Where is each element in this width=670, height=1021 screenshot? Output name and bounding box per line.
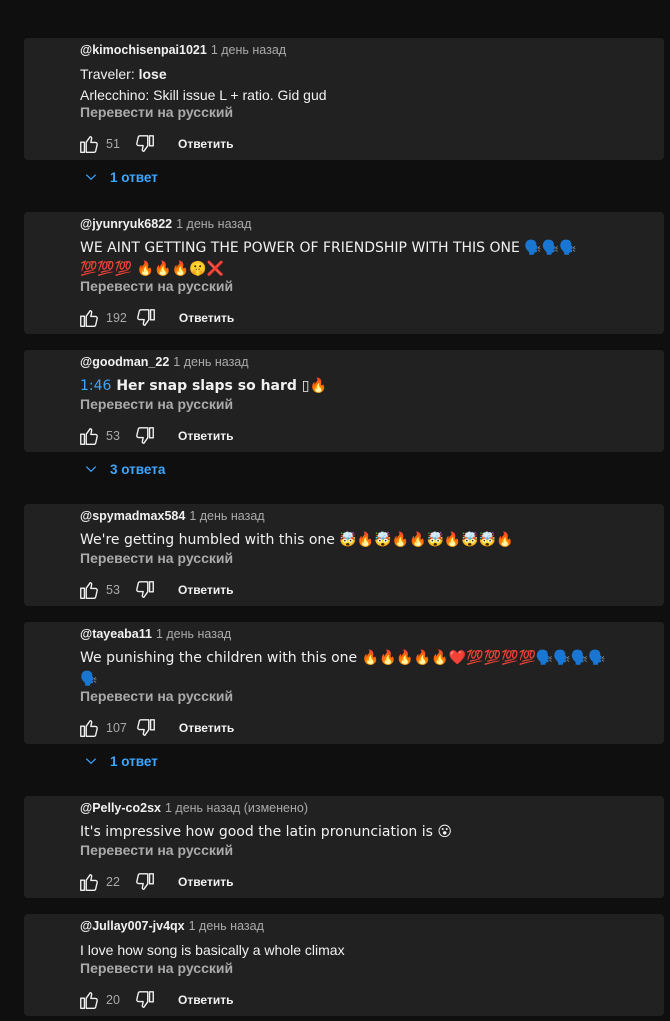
comment-time[interactable]: 1 день назад — [173, 355, 248, 369]
comment-actions: 192 Ответить — [78, 306, 234, 330]
thumbs-up-icon[interactable] — [78, 989, 100, 1011]
translate-link[interactable]: Перевести на русский — [80, 960, 233, 976]
reply-button[interactable]: Ответить — [178, 993, 233, 1007]
timestamp-link[interactable]: 1:46 — [80, 378, 111, 394]
comment-card: @spymadmax584 1 день назад We're getting … — [24, 504, 664, 606]
comment-author[interactable]: @spymadmax584 — [80, 509, 185, 523]
comment-author[interactable]: @goodman_22 — [80, 355, 169, 369]
comment-author[interactable]: @tayeaba11 — [80, 627, 152, 641]
chevron-down-icon — [85, 758, 97, 765]
thumbs-down-icon[interactable] — [134, 989, 156, 1011]
comment-card: @tayeaba11 1 день назад We punishing the … — [24, 622, 664, 744]
comment-text-bold: lose — [138, 66, 167, 82]
thumbs-down-icon[interactable] — [134, 133, 156, 155]
comment-author[interactable]: @Pelly-co2sx — [80, 801, 161, 815]
thumbs-up-icon[interactable] — [78, 133, 100, 155]
reply-button[interactable]: Ответить — [178, 137, 233, 151]
like-count: 107 — [106, 721, 127, 735]
chevron-down-icon — [85, 466, 97, 473]
chevron-down-icon — [85, 174, 97, 181]
comment-meta: @spymadmax584 1 день назад — [80, 509, 265, 523]
comment-time[interactable]: 1 день назад — [176, 217, 251, 231]
view-replies-button[interactable]: 3 ответа — [84, 459, 165, 479]
thumbs-down-icon[interactable] — [134, 425, 156, 447]
view-replies-button[interactable]: 1 ответ — [84, 751, 158, 771]
comment-meta: @Pelly-co2sx 1 день назад (изменено) — [80, 801, 308, 815]
reply-button[interactable]: Ответить — [179, 311, 234, 325]
like-count: 22 — [106, 875, 120, 889]
like-count: 53 — [106, 583, 120, 597]
comment-meta: @jyunryuk6822 1 день назад — [80, 217, 251, 231]
reply-button[interactable]: Ответить — [179, 721, 234, 735]
comment-time[interactable]: 1 день назад — [156, 627, 231, 641]
comment-time[interactable]: 1 день назад — [189, 509, 264, 523]
replies-count: 1 ответ — [110, 753, 158, 769]
comment-actions: 107 Ответить — [78, 716, 234, 740]
thumbs-up-icon[interactable] — [78, 307, 100, 329]
thumbs-down-icon[interactable] — [134, 579, 156, 601]
replies-count: 1 ответ — [110, 169, 158, 185]
like-count: 53 — [106, 429, 120, 443]
thumbs-up-icon[interactable] — [78, 425, 100, 447]
comment-time[interactable]: 1 день назад (изменено) — [165, 801, 308, 815]
comment-meta: @kimochisenpai1021 1 день назад — [80, 43, 286, 57]
translate-link[interactable]: Перевести на русский — [80, 550, 233, 566]
translate-link[interactable]: Перевести на русский — [80, 278, 233, 294]
thumbs-down-icon[interactable] — [135, 717, 157, 739]
reply-button[interactable]: Ответить — [178, 875, 233, 889]
thumbs-up-icon[interactable] — [78, 717, 100, 739]
like-count: 192 — [106, 311, 127, 325]
comment-card: @jyunryuk6822 1 день назад WE AINT GETTIN… — [24, 212, 664, 334]
thumbs-up-icon[interactable] — [78, 871, 100, 893]
replies-count: 3 ответа — [110, 461, 166, 477]
comment-text: It's impressive how good the latin pronu… — [80, 824, 452, 840]
comment-card: @kimochisenpai1021 1 день назад Traveler:… — [24, 38, 664, 160]
comment-actions: 22 Ответить — [78, 870, 233, 894]
comment-author[interactable]: @kimochisenpai1021 — [80, 43, 207, 57]
comment-card: @goodman_22 1 день назад 1:46 Her snap sl… — [24, 350, 664, 452]
comment-actions: 20 Ответить — [78, 988, 233, 1012]
comment-text: We punishing the children with this one … — [80, 650, 606, 687]
reply-button[interactable]: Ответить — [178, 583, 233, 597]
thumbs-down-icon[interactable] — [135, 307, 157, 329]
like-count: 20 — [106, 993, 120, 1007]
translate-link[interactable]: Перевести на русский — [80, 842, 233, 858]
like-count: 51 — [106, 137, 120, 151]
comment-text-line: Arlecchino: Skill issue L + ratio. Gid g… — [80, 87, 327, 103]
comment-text-bold: Her snap slaps so hard ▯🔥 — [111, 378, 327, 394]
comment-text: 1:46 Her snap slaps so hard ▯🔥 — [80, 376, 620, 397]
comment-text-prefix: Traveler: — [80, 66, 139, 82]
comment-meta: @goodman_22 1 день назад — [80, 355, 249, 369]
comment-actions: 51 Ответить — [78, 132, 233, 156]
comment-author[interactable]: @Jullay007-jv4qx — [80, 919, 185, 933]
comment-text: I love how song is basically a whole cli… — [80, 942, 345, 958]
translate-link[interactable]: Перевести на русский — [80, 396, 233, 412]
view-replies-button[interactable]: 1 ответ — [84, 167, 158, 187]
comment-meta: @tayeaba11 1 день назад — [80, 627, 231, 641]
comment-actions: 53 Ответить — [78, 578, 233, 602]
comment-author[interactable]: @jyunryuk6822 — [80, 217, 172, 231]
reply-button[interactable]: Ответить — [178, 429, 233, 443]
comment-time[interactable]: 1 день назад — [211, 43, 286, 57]
comment-card: @Pelly-co2sx 1 день назад (изменено) It's… — [24, 796, 664, 898]
comment-time[interactable]: 1 день назад — [189, 919, 264, 933]
translate-link[interactable]: Перевести на русский — [80, 688, 233, 704]
comment-card: @Jullay007-jv4qx 1 день назад I love how … — [24, 914, 664, 1016]
translate-link[interactable]: Перевести на русский — [80, 104, 233, 120]
comment-meta: @Jullay007-jv4qx 1 день назад — [80, 919, 264, 933]
comment-actions: 53 Ответить — [78, 424, 233, 448]
thumbs-up-icon[interactable] — [78, 579, 100, 601]
comment-text: We're getting humbled with this one 🤯🔥🤯🔥… — [80, 532, 514, 548]
thumbs-down-icon[interactable] — [134, 871, 156, 893]
comment-text: WE AINT GETTING THE POWER OF FRIENDSHIP … — [80, 240, 577, 277]
comment-text: Traveler: lose Arlecchino: Skill issue L… — [80, 64, 620, 106]
